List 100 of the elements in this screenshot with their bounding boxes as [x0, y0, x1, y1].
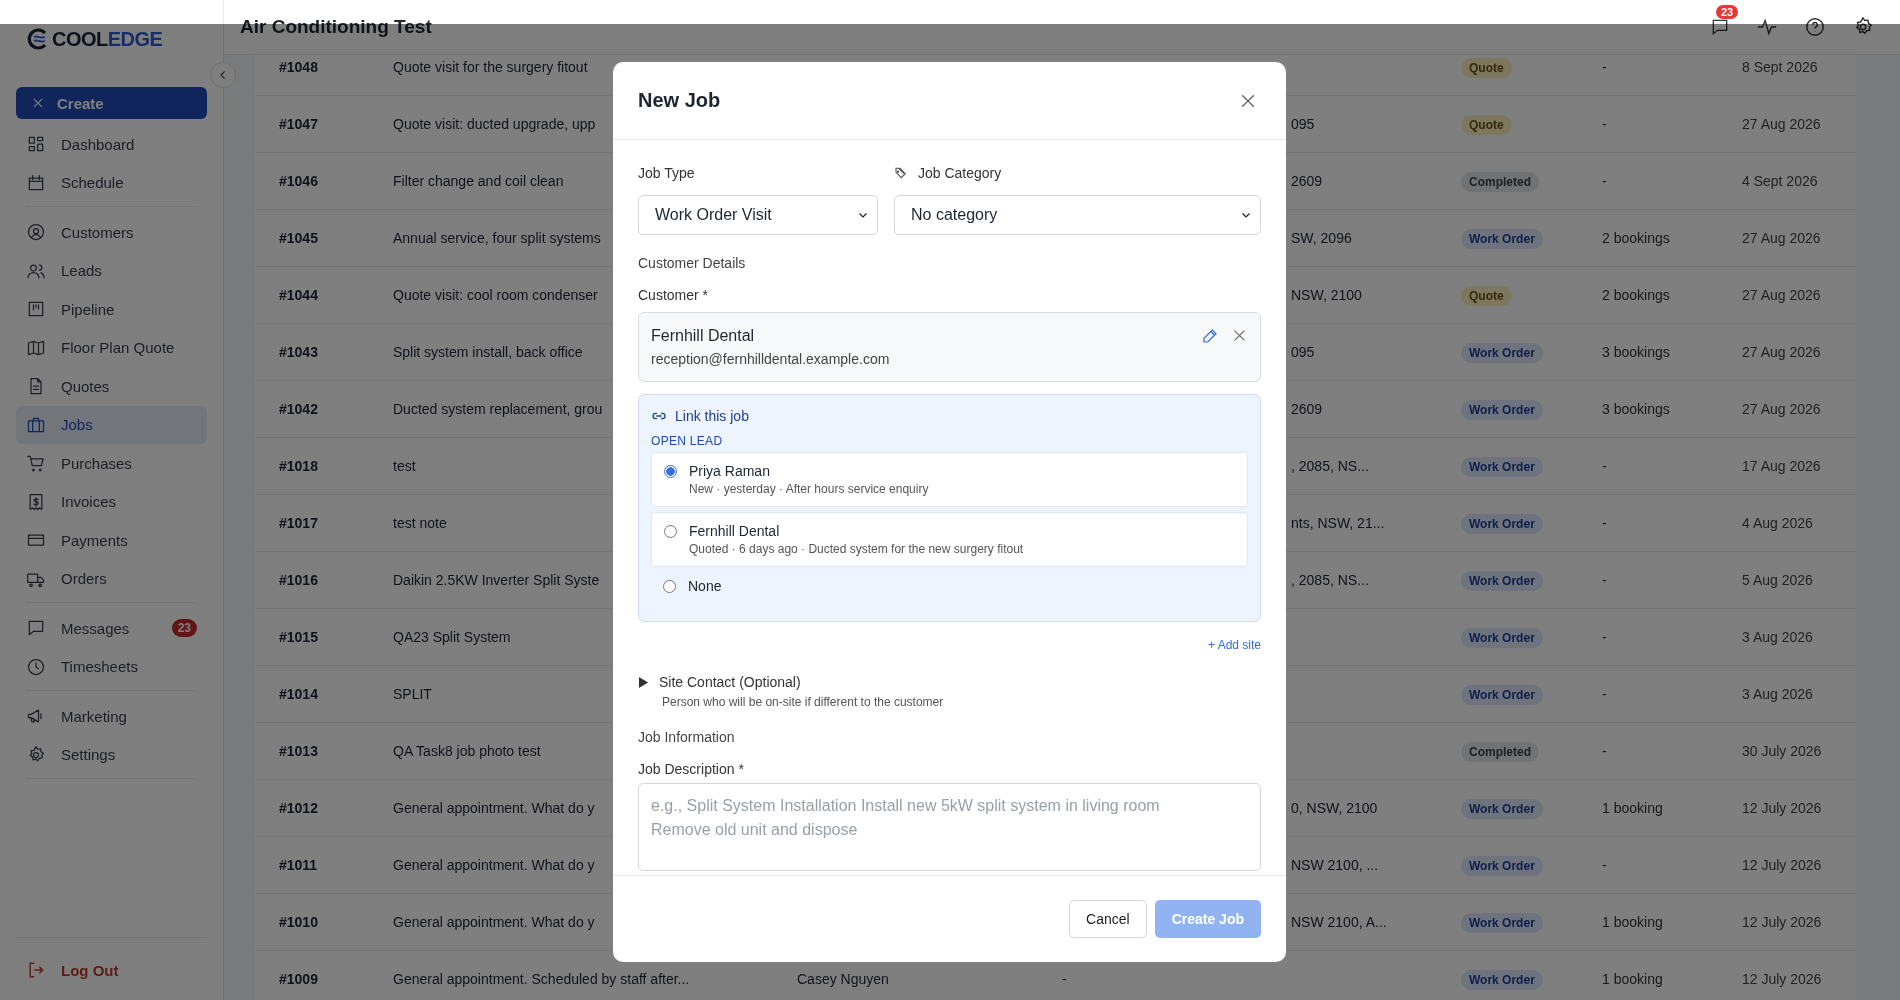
nav-item[interactable]: Payments: [16, 521, 207, 560]
job-date: 27 Aug 2026: [1742, 230, 1821, 246]
job-description: QA Task8 job photo test: [393, 743, 541, 759]
status-tag: Work Order: [1461, 913, 1543, 933]
job-description: General appointment. Scheduled by staff after...: [393, 971, 690, 987]
cancel-button[interactable]: Cancel: [1069, 900, 1147, 938]
job-description: Split system install, back office: [393, 344, 583, 360]
option-title: None: [688, 578, 722, 594]
job-number: #1018: [279, 458, 318, 474]
nav-item[interactable]: Invoices: [16, 482, 207, 521]
status-tag: Work Order: [1461, 571, 1543, 591]
job-description: Annual service, four split systems: [393, 230, 601, 246]
job-number: #1016: [279, 572, 318, 588]
description-field[interactable]: e.g., Split System Installation Install new 5kW split system in living room Remove old unit and dispose: [638, 783, 1261, 871]
job-date: 4 Sept 2026: [1742, 173, 1818, 189]
section-heading: Job Information: [638, 729, 735, 745]
site-contact-toggle[interactable]: Site Contact (Optional): [638, 674, 801, 690]
job-description: QA23 Split System: [393, 629, 511, 645]
bookings-count: -: [1602, 59, 1607, 75]
address-text: NSW 2100, ...: [1291, 857, 1379, 873]
customer-name: Casey Nguyen: [797, 971, 889, 987]
job-description: Daikin 2.5KW Inverter Split Syste: [393, 572, 600, 588]
chat-icon: [1710, 17, 1730, 37]
address-text: NSW, 2100: [1291, 287, 1362, 303]
nav-item[interactable]: Settings: [16, 735, 207, 774]
field-label: Job Type: [638, 165, 695, 181]
status-tag: Work Order: [1461, 799, 1543, 819]
nav-item[interactable]: Purchases: [16, 444, 207, 483]
nav-item[interactable]: Marketing: [16, 697, 207, 736]
status-tag: Work Order: [1461, 628, 1543, 648]
field-label: Job Category: [918, 165, 1002, 181]
nav-item[interactable]: Timesheets: [16, 647, 207, 686]
create-button[interactable]: Create: [16, 87, 207, 119]
lead-option[interactable]: Fernhill Dental Quoted · 6 days ago · Ducted system for the new surgery fitout: [651, 512, 1248, 567]
bookings-count: 1 booking: [1602, 800, 1663, 816]
triangle-icon: [638, 676, 649, 688]
bookings-count: -: [1602, 116, 1607, 132]
job-description: Ducted system replacement, grou: [393, 401, 603, 417]
nav-item[interactable]: Quotes: [16, 367, 207, 406]
nav-label: Invoices: [61, 493, 117, 511]
lead-option[interactable]: Priya Raman New · yesterday · After hours service enquiry: [651, 452, 1248, 507]
radio-button[interactable]: [664, 525, 677, 538]
job-description: General appointment. What do y: [393, 857, 595, 873]
close-icon: [31, 96, 45, 110]
nav-item[interactable]: Schedule: [16, 163, 207, 202]
bookings-count: -: [1602, 857, 1607, 873]
radio-option[interactable]: None: [651, 572, 1248, 604]
job-date: 17 Aug 2026: [1742, 458, 1821, 474]
nav-label: Marketing: [61, 707, 127, 725]
job-date: 12 July 2026: [1742, 914, 1822, 930]
nav-item[interactable]: Dashboard: [16, 125, 207, 164]
count-badge: 23: [171, 619, 197, 638]
nav-item[interactable]: Pipeline: [16, 290, 207, 329]
logout-link[interactable]: Log Out: [16, 937, 207, 980]
nav-item[interactable]: Leads: [16, 251, 207, 290]
nav-label: Payments: [61, 531, 128, 549]
radio-button[interactable]: [663, 580, 676, 593]
help-icon[interactable]: [1804, 16, 1826, 38]
nav-label: Jobs: [61, 416, 93, 434]
field-label: Customer *: [638, 287, 709, 303]
job-description: Quote visit: cool room condenser: [393, 287, 598, 303]
option-title: Fernhill Dental: [689, 523, 780, 539]
status-tag: Completed: [1461, 172, 1539, 192]
job-number: #1044: [279, 287, 318, 303]
nav-label: Orders: [61, 570, 107, 588]
bookings-count: 1 booking: [1602, 971, 1663, 987]
bookings-count: 3 bookings: [1602, 401, 1670, 417]
status-tag: Work Order: [1461, 229, 1543, 249]
nav-item[interactable]: Jobs: [16, 405, 207, 444]
pencil-icon[interactable]: [1201, 327, 1219, 345]
job-type-select[interactable]: Work Order Visit: [638, 195, 878, 235]
bookings-count: -: [1602, 515, 1607, 531]
status-tag: Work Order: [1461, 856, 1543, 876]
bookings-count: 1 booking: [1602, 914, 1663, 930]
status-tag: Work Order: [1461, 514, 1543, 534]
nav-item[interactable]: Orders: [16, 559, 207, 598]
option-detail: Quoted · 6 days ago · Ducted system for the new surgery fitout: [689, 542, 1024, 556]
job-category-select[interactable]: No category: [894, 195, 1261, 235]
job-number: #1011: [279, 857, 318, 873]
nav-item[interactable]: Floor Plan Quote: [16, 328, 207, 367]
radio-button[interactable]: [664, 465, 677, 478]
bookings-count: 3 bookings: [1602, 344, 1670, 360]
nav-label: Timesheets: [61, 658, 138, 676]
nav-item[interactable]: Customers: [16, 213, 207, 252]
bookings-count: -: [1602, 173, 1607, 189]
activity-icon[interactable]: [1756, 16, 1778, 38]
job-date: 27 Aug 2026: [1742, 344, 1821, 360]
address-text: nts, NSW, 21...: [1291, 515, 1385, 531]
nav-label: Settings: [61, 746, 116, 764]
address-text: -: [1062, 971, 1067, 987]
job-number: #1010: [279, 914, 318, 930]
hint-text: Person who will be on-site if different to the customer: [662, 695, 944, 709]
add-site-link[interactable]: + Add site: [1207, 638, 1261, 652]
job-description: SPLIT: [393, 686, 432, 702]
job-number: #1042: [279, 401, 318, 417]
option-detail: New · yesterday · After hours service enquiry: [689, 482, 929, 496]
field-label: Job Description *: [638, 761, 744, 777]
messages-button[interactable]: 23: [1710, 5, 1738, 37]
address-text: 2609: [1291, 173, 1323, 189]
nav-item[interactable]: Messages 23: [16, 609, 207, 648]
